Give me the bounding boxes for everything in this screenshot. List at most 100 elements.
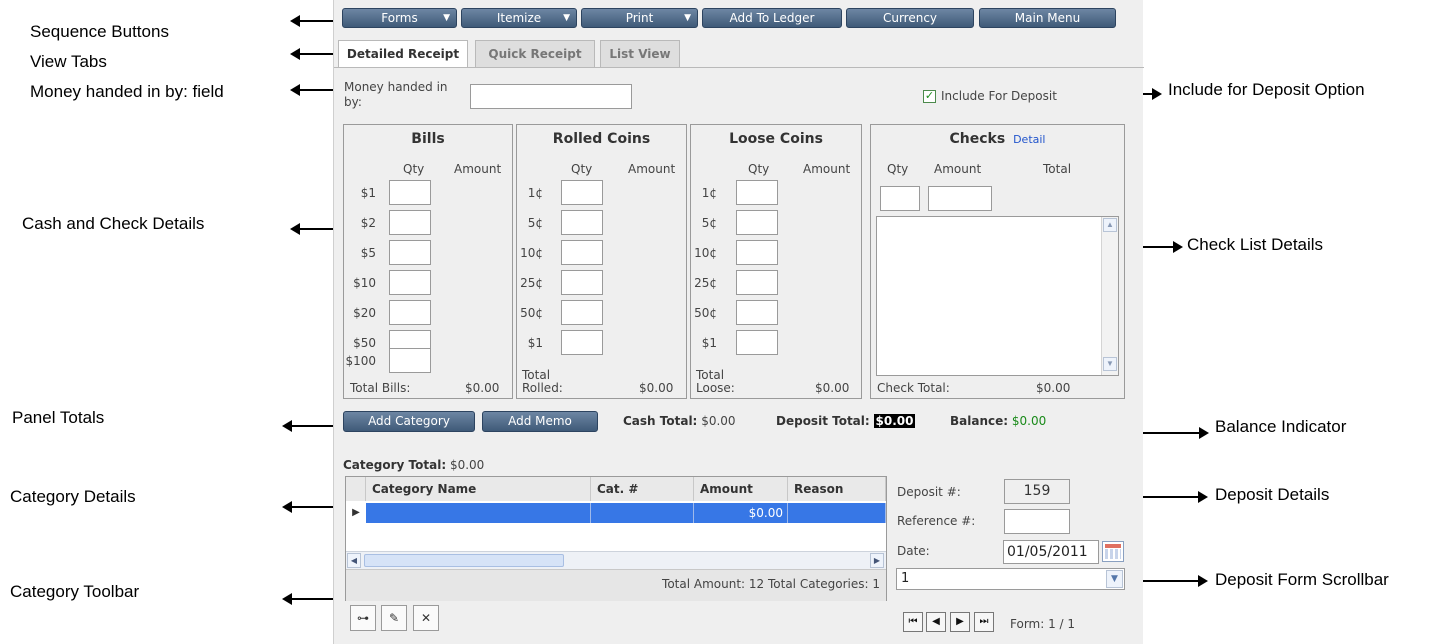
bill-qty-2[interactable] bbox=[389, 210, 431, 235]
bill-qty-1[interactable] bbox=[389, 180, 431, 205]
deposit-total: Deposit Total: $0.00 bbox=[776, 414, 916, 428]
deposit-form-select-value: 1 bbox=[901, 571, 910, 586]
rolled-qty-5c[interactable] bbox=[561, 210, 603, 235]
header-cat-number[interactable]: Cat. # bbox=[591, 477, 694, 501]
bill-qty-5[interactable] bbox=[389, 240, 431, 265]
table-row[interactable] bbox=[366, 503, 591, 523]
check-amount-input[interactable] bbox=[928, 186, 992, 211]
cash-total-label: Cash Total: bbox=[623, 414, 698, 428]
category-total: Category Total: $0.00 bbox=[343, 458, 484, 472]
loose-qty-50c[interactable] bbox=[736, 300, 778, 325]
add-memo-button[interactable]: Add Memo bbox=[482, 411, 598, 432]
bill-denomination-1: $1 bbox=[360, 186, 376, 200]
annotation-panel-totals: Panel Totals bbox=[12, 408, 105, 427]
loose-denomination-25c: 25¢ bbox=[694, 276, 717, 290]
add-category-button[interactable]: Add Category bbox=[343, 411, 475, 432]
calendar-icon-header bbox=[1105, 544, 1121, 548]
add-subcategory-icon[interactable]: ⊶ bbox=[350, 605, 376, 631]
delete-category-icon[interactable]: ✕ bbox=[413, 605, 439, 631]
print-button[interactable]: Print ▼ bbox=[581, 8, 698, 28]
rolled-qty-25c[interactable] bbox=[561, 270, 603, 295]
annotation-check-list-details: Check List Details bbox=[1187, 235, 1324, 254]
last-record-button[interactable]: ⏭ bbox=[974, 612, 994, 632]
loose-amount-header: Amount bbox=[803, 162, 851, 176]
table-row-reason[interactable] bbox=[788, 503, 886, 523]
deposit-number-field: 159 bbox=[1004, 479, 1070, 504]
scroll-thumb[interactable] bbox=[364, 554, 564, 567]
loose-denomination-1c: 1¢ bbox=[701, 186, 717, 200]
loose-qty-25c[interactable] bbox=[736, 270, 778, 295]
currency-button[interactable]: Currency bbox=[846, 8, 974, 28]
balance-value: $0.00 bbox=[1011, 414, 1047, 428]
check-list-scrollbar[interactable]: ▲ ▼ bbox=[1101, 217, 1118, 375]
rolled-qty-header: Qty bbox=[571, 162, 593, 176]
first-record-button[interactable]: ⏮ bbox=[903, 612, 923, 632]
loose-coins-panel: Loose Coins Qty Amount 1¢ 5¢ 10¢ 25¢ 50¢… bbox=[690, 124, 862, 399]
balance-label: Balance: bbox=[950, 414, 1009, 428]
rolled-qty-50c[interactable] bbox=[561, 300, 603, 325]
money-handed-in-label: Money handed in by: bbox=[344, 80, 448, 109]
reference-number-label: Reference #: bbox=[897, 514, 976, 528]
previous-record-button[interactable]: ◀ bbox=[926, 612, 946, 632]
include-deposit-label: Include For Deposit bbox=[941, 89, 1057, 103]
bills-amount-header: Amount bbox=[454, 162, 502, 176]
bills-title: Bills bbox=[411, 131, 445, 147]
category-grid[interactable]: Category Name Cat. # Amount Reason ▶ $0.… bbox=[345, 476, 887, 601]
bill-qty-10[interactable] bbox=[389, 270, 431, 295]
reference-number-field[interactable] bbox=[1004, 509, 1070, 534]
bills-qty-header: Qty bbox=[403, 162, 425, 176]
rolled-qty-1d[interactable] bbox=[561, 330, 603, 355]
scroll-left-icon[interactable]: ◀ bbox=[347, 553, 361, 568]
category-grid-hscrollbar[interactable]: ◀ ▶ bbox=[346, 551, 886, 569]
main-menu-button[interactable]: Main Menu bbox=[979, 8, 1116, 28]
header-amount[interactable]: Amount bbox=[694, 477, 788, 501]
bill-denomination-50: $50 bbox=[353, 336, 376, 350]
next-record-button[interactable]: ▶ bbox=[950, 612, 970, 632]
bills-panel: Bills Qty Amount $1 $2 $5 $10 $20 $50 $1… bbox=[343, 124, 513, 399]
table-row-cat-number[interactable] bbox=[591, 503, 694, 523]
itemize-button[interactable]: Itemize ▼ bbox=[461, 8, 577, 28]
annotation-cash-check-details: Cash and Check Details bbox=[22, 214, 205, 233]
date-field[interactable]: 01/05/2011 bbox=[1003, 540, 1099, 564]
tab-list-view[interactable]: List View bbox=[600, 40, 680, 67]
scroll-up-icon[interactable]: ▲ bbox=[1103, 218, 1117, 232]
loose-qty-1c[interactable] bbox=[736, 180, 778, 205]
scroll-down-icon[interactable]: ▼ bbox=[1103, 357, 1117, 371]
table-row-amount[interactable]: $0.00 bbox=[694, 503, 788, 523]
header-reason[interactable]: Reason bbox=[788, 477, 886, 501]
loose-total-label-line2: Loose: bbox=[696, 381, 735, 395]
annotation-category-details: Category Details bbox=[10, 487, 136, 506]
tab-detailed-receipt[interactable]: Detailed Receipt bbox=[338, 40, 468, 68]
dropdown-arrow-icon: ▼ bbox=[684, 13, 691, 23]
annotation-balance-indicator: Balance Indicator bbox=[1215, 417, 1347, 436]
rolled-qty-1c[interactable] bbox=[561, 180, 603, 205]
category-total-value: $0.00 bbox=[449, 458, 485, 472]
arrow-to-cash-check bbox=[290, 223, 338, 235]
loose-denomination-50c: 50¢ bbox=[694, 306, 717, 320]
loose-qty-5c[interactable] bbox=[736, 210, 778, 235]
loose-qty-10c[interactable] bbox=[736, 240, 778, 265]
checks-detail-link[interactable]: Detail bbox=[1013, 133, 1045, 146]
calendar-icon[interactable] bbox=[1102, 541, 1124, 562]
checks-title-row: Checks Detail bbox=[871, 131, 1124, 147]
select-dropdown-icon[interactable]: ▼ bbox=[1106, 570, 1123, 588]
rolled-qty-10c[interactable] bbox=[561, 240, 603, 265]
money-handed-in-field[interactable] bbox=[470, 84, 632, 109]
loose-qty-1d[interactable] bbox=[736, 330, 778, 355]
tab-quick-receipt[interactable]: Quick Receipt bbox=[475, 40, 595, 67]
bill-qty-100[interactable] bbox=[389, 348, 431, 373]
bill-qty-20[interactable] bbox=[389, 300, 431, 325]
edit-pencil-icon[interactable]: ✎ bbox=[381, 605, 407, 631]
add-to-ledger-button[interactable]: Add To Ledger bbox=[702, 8, 842, 28]
check-qty-input[interactable] bbox=[880, 186, 920, 211]
rolled-total-label-line2: Rolled: bbox=[522, 381, 563, 395]
check-list-box[interactable]: ▲ ▼ bbox=[876, 216, 1119, 376]
annotation-category-toolbar: Category Toolbar bbox=[10, 582, 140, 601]
header-category-name[interactable]: Category Name bbox=[366, 477, 591, 501]
scroll-right-icon[interactable]: ▶ bbox=[870, 553, 884, 568]
deposit-form-select[interactable]: 1 ▼ bbox=[896, 568, 1125, 590]
arrow-to-deposit-scrollbar bbox=[1140, 575, 1208, 587]
forms-button[interactable]: Forms ▼ bbox=[342, 8, 457, 28]
include-deposit-checkbox[interactable]: ✓ bbox=[923, 90, 936, 103]
balance-indicator: Balance: $0.00 bbox=[950, 414, 1046, 428]
